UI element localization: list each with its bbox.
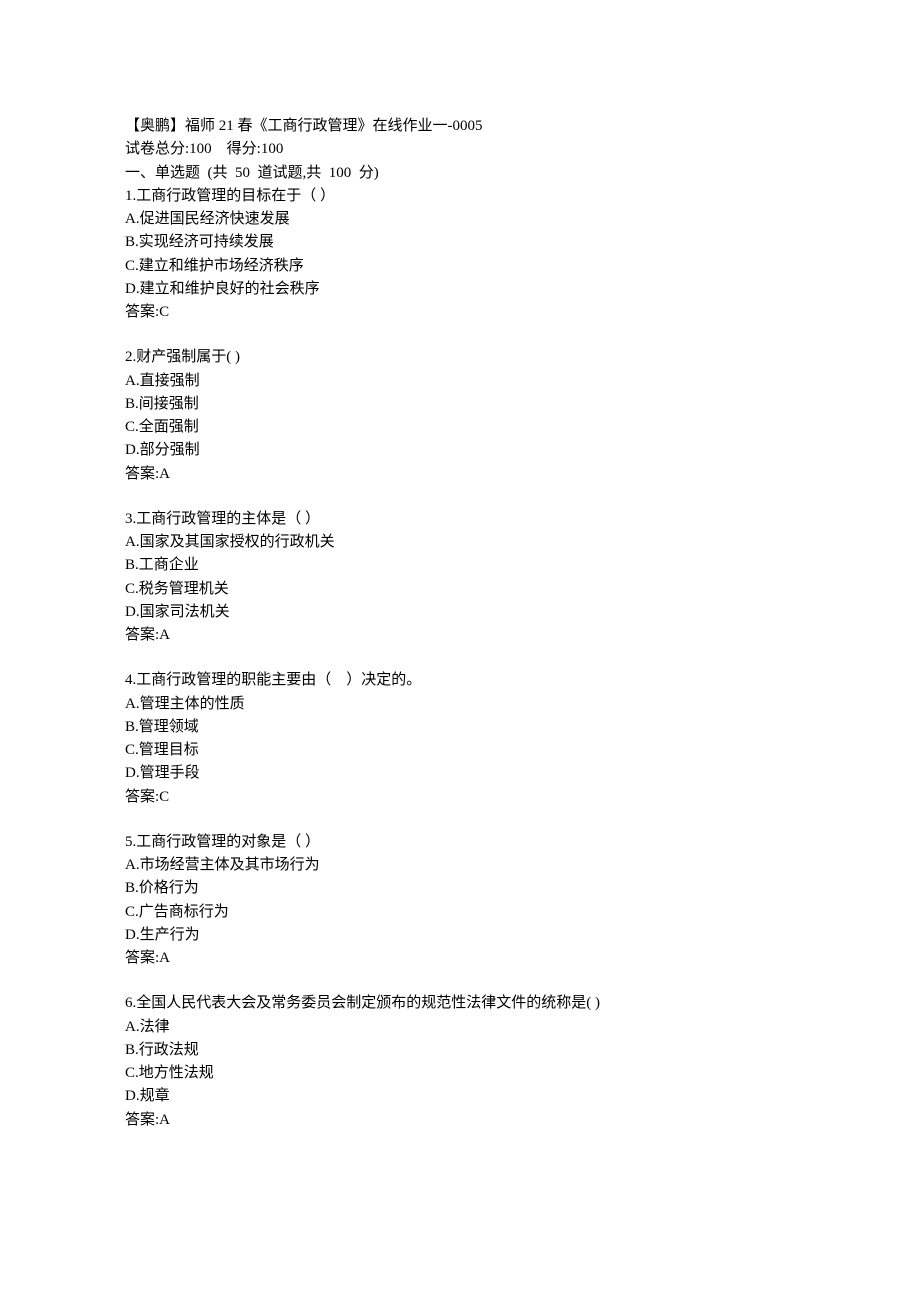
question-option: A.国家及其国家授权的行政机关 <box>125 531 795 554</box>
answer-value: C <box>159 789 169 805</box>
question-option: A.市场经营主体及其市场行为 <box>125 854 795 877</box>
question-block: 5.工商行政管理的对象是（ ）A.市场经营主体及其市场行为B.价格行为C.广告商… <box>125 831 795 971</box>
question-option: D.国家司法机关 <box>125 601 795 624</box>
question-stem: 3.工商行政管理的主体是（ ） <box>125 508 795 531</box>
question-option: B.价格行为 <box>125 877 795 900</box>
question-answer: 答案:A <box>125 463 795 486</box>
answer-value: A <box>159 1112 170 1128</box>
question-stem: 4.工商行政管理的职能主要由（ ）决定的。 <box>125 669 795 692</box>
question-option: A.管理主体的性质 <box>125 693 795 716</box>
question-option: B.工商企业 <box>125 554 795 577</box>
question-answer: 答案:A <box>125 1109 795 1132</box>
answer-prefix: 答案: <box>125 950 159 966</box>
question-option: D.生产行为 <box>125 924 795 947</box>
question-answer: 答案:C <box>125 786 795 809</box>
score-line: 试卷总分:100 得分:100 <box>125 138 795 161</box>
answer-value: A <box>159 466 170 482</box>
exam-title: 【奥鹏】福师 21 春《工商行政管理》在线作业一-0005 <box>125 115 795 138</box>
question-option: C.广告商标行为 <box>125 901 795 924</box>
question-option: C.全面强制 <box>125 416 795 439</box>
questions-container: 1.工商行政管理的目标在于（ ）A.促进国民经济快速发展B.实现经济可持续发展C… <box>125 185 795 1132</box>
question-option: B.行政法规 <box>125 1039 795 1062</box>
question-stem: 2.财产强制属于( ) <box>125 346 795 369</box>
question-option: B.管理领域 <box>125 716 795 739</box>
question-option: A.促进国民经济快速发展 <box>125 208 795 231</box>
question-option: C.管理目标 <box>125 739 795 762</box>
question-block: 1.工商行政管理的目标在于（ ）A.促进国民经济快速发展B.实现经济可持续发展C… <box>125 185 795 325</box>
section-heading: 一、单选题 (共 50 道试题,共 100 分) <box>125 162 795 185</box>
question-option: A.直接强制 <box>125 370 795 393</box>
question-option: B.实现经济可持续发展 <box>125 231 795 254</box>
answer-value: A <box>159 950 170 966</box>
question-option: C.建立和维护市场经济秩序 <box>125 255 795 278</box>
question-option: D.部分强制 <box>125 439 795 462</box>
answer-prefix: 答案: <box>125 466 159 482</box>
question-block: 2.财产强制属于( )A.直接强制B.间接强制C.全面强制D.部分强制答案:A <box>125 346 795 486</box>
answer-prefix: 答案: <box>125 789 159 805</box>
question-answer: 答案:A <box>125 624 795 647</box>
question-stem: 6.全国人民代表大会及常务委员会制定颁布的规范性法律文件的统称是( ) <box>125 992 795 1015</box>
question-block: 6.全国人民代表大会及常务委员会制定颁布的规范性法律文件的统称是( )A.法律B… <box>125 992 795 1132</box>
question-block: 3.工商行政管理的主体是（ ）A.国家及其国家授权的行政机关B.工商企业C.税务… <box>125 508 795 648</box>
question-block: 4.工商行政管理的职能主要由（ ）决定的。A.管理主体的性质B.管理领域C.管理… <box>125 669 795 809</box>
question-stem: 1.工商行政管理的目标在于（ ） <box>125 185 795 208</box>
question-option: A.法律 <box>125 1016 795 1039</box>
question-answer: 答案:A <box>125 947 795 970</box>
answer-prefix: 答案: <box>125 1112 159 1128</box>
question-option: C.地方性法规 <box>125 1062 795 1085</box>
document-page: 【奥鹏】福师 21 春《工商行政管理》在线作业一-0005 试卷总分:100 得… <box>0 0 920 1302</box>
question-option: D.管理手段 <box>125 762 795 785</box>
answer-value: C <box>159 304 169 320</box>
answer-prefix: 答案: <box>125 304 159 320</box>
question-option: D.规章 <box>125 1085 795 1108</box>
answer-value: A <box>159 627 170 643</box>
question-answer: 答案:C <box>125 301 795 324</box>
question-stem: 5.工商行政管理的对象是（ ） <box>125 831 795 854</box>
question-option: C.税务管理机关 <box>125 578 795 601</box>
question-option: D.建立和维护良好的社会秩序 <box>125 278 795 301</box>
answer-prefix: 答案: <box>125 627 159 643</box>
question-option: B.间接强制 <box>125 393 795 416</box>
